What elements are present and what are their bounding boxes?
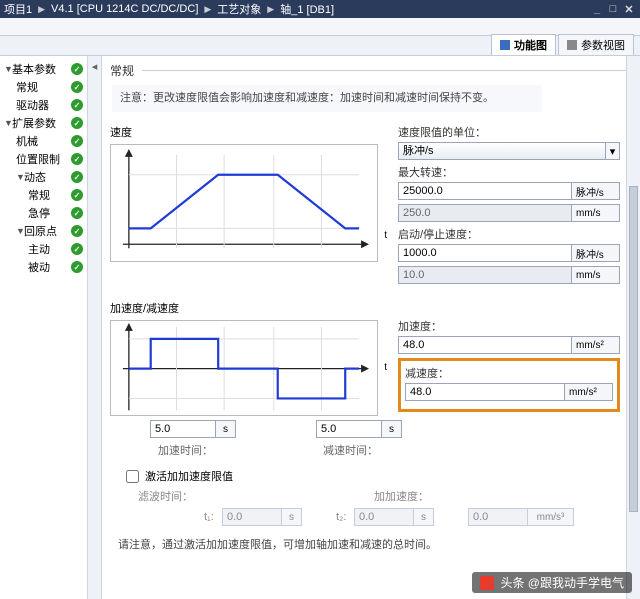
function-view-icon — [500, 40, 510, 50]
unit-label: mm/s — [572, 266, 620, 284]
tree-item-dynamics[interactable]: ▼动态✓ — [2, 168, 85, 186]
breadcrumb-item[interactable]: V4.1 [CPU 1214C DC/DC/DC] — [51, 3, 198, 15]
minimize-button[interactable]: _ — [590, 3, 604, 16]
speed-graph-label: 速度 — [110, 124, 380, 140]
unit-label: s — [216, 420, 236, 438]
tree-item-ext-params[interactable]: ▼扩展参数✓ — [2, 114, 85, 132]
startstop-speed-label: 启动/停止速度： — [398, 226, 620, 242]
status-ok-icon: ✓ — [71, 207, 83, 219]
vertical-scrollbar[interactable] — [626, 56, 640, 599]
decel-input[interactable] — [405, 383, 565, 401]
title-bar: 项目1▶ V4.1 [CPU 1214C DC/DC/DC]▶ 工艺对象▶ 轴_… — [0, 0, 640, 18]
tab-label: 功能图 — [514, 37, 547, 53]
status-ok-icon: ✓ — [71, 63, 83, 75]
parameter-view-icon — [567, 40, 577, 50]
unit-label: s — [382, 420, 402, 438]
view-tabs: 功能图 参数视图 — [0, 36, 640, 56]
breadcrumb-item[interactable]: 工艺对象 — [217, 1, 261, 17]
enable-jerk-checkbox[interactable] — [126, 470, 139, 483]
unit-label: s — [414, 508, 434, 526]
tree-collapse-handle[interactable]: ◂ — [88, 56, 102, 599]
tab-function-view[interactable]: 功能图 — [491, 34, 556, 55]
accel-time-input[interactable] — [150, 420, 216, 438]
tree-item-dyn-estop[interactable]: 急停✓ — [2, 204, 85, 222]
unit-label: mm/s² — [565, 383, 613, 401]
watermark-logo-icon — [480, 576, 494, 590]
status-ok-icon: ✓ — [71, 261, 83, 273]
decel-time-input[interactable] — [316, 420, 382, 438]
status-ok-icon: ✓ — [71, 171, 83, 183]
info-note: 注意：更改速度限值会影响加速度和减速度：加速时间和减速时间保持不变。 — [112, 85, 542, 112]
status-ok-icon: ✓ — [71, 243, 83, 255]
breadcrumb-item[interactable]: 轴_1 [DB1] — [280, 1, 334, 17]
unit-label: s — [282, 508, 302, 526]
accel-label: 加速度： — [398, 318, 620, 334]
t2-label: t₂: — [336, 511, 354, 523]
jerk-input — [468, 508, 528, 526]
filter-time-label: 滤波时间： — [138, 488, 194, 504]
speed-unit-select[interactable]: 脉冲/s — [398, 142, 606, 160]
breadcrumb-item[interactable]: 项目1 — [4, 1, 32, 17]
status-ok-icon: ✓ — [71, 153, 83, 165]
status-ok-icon: ✓ — [71, 225, 83, 237]
unit-label: mm/s² — [572, 336, 620, 354]
unit-label: 脉冲/s — [572, 182, 620, 200]
section-header: 常规 — [110, 62, 632, 79]
t1-label: t₁: — [204, 511, 222, 523]
max-speed-label: 最大转速： — [398, 164, 620, 180]
speed-unit-label: 速度限值的单位： — [398, 124, 620, 140]
restore-button[interactable]: □ — [606, 3, 620, 16]
tree-item-dyn-general[interactable]: 常规✓ — [2, 186, 85, 204]
status-ok-icon: ✓ — [71, 189, 83, 201]
accel-graph: t — [110, 320, 378, 416]
close-button[interactable]: ✕ — [622, 3, 636, 16]
nav-tree[interactable]: ▼基本参数✓ 常规✓ 驱动器✓ ▼扩展参数✓ 机械✓ 位置限制✓ ▼动态✓ 常规… — [0, 56, 88, 599]
enable-jerk-label: 激活加加速度限值 — [145, 468, 233, 484]
content-area: 常规 注意：更改速度限值会影响加速度和减速度：加速时间和减速时间保持不变。 速度 — [102, 56, 640, 599]
tree-item-basic-params[interactable]: ▼基本参数✓ — [2, 60, 85, 78]
status-ok-icon: ✓ — [71, 117, 83, 129]
max-speed-mm-input — [398, 204, 572, 222]
tab-parameter-view[interactable]: 参数视图 — [558, 34, 634, 55]
t2-input — [354, 508, 414, 526]
tree-item-homing-active[interactable]: 主动✓ — [2, 240, 85, 258]
watermark: 头条 @跟我动手学电气 — [472, 572, 632, 593]
speed-graph: t — [110, 144, 378, 262]
t1-input — [222, 508, 282, 526]
bottom-note: 请注意，通过激活加加速度限值，可增加轴加速和减速的总时间。 — [118, 536, 632, 552]
tree-item-pos-limits[interactable]: 位置限制✓ — [2, 150, 85, 168]
max-speed-input[interactable] — [398, 182, 572, 200]
decel-label: 减速度： — [405, 365, 613, 381]
breadcrumb: 项目1▶ V4.1 [CPU 1214C DC/DC/DC]▶ 工艺对象▶ 轴_… — [4, 1, 590, 17]
unit-label: 脉冲/s — [572, 244, 620, 262]
startstop-speed-input[interactable] — [398, 244, 572, 262]
accel-time-label: 加速时间： — [158, 442, 213, 458]
startstop-speed-mm-input — [398, 266, 572, 284]
accel-graph-label: 加速度/减速度 — [110, 300, 380, 316]
tree-item-mechanics[interactable]: 机械✓ — [2, 132, 85, 150]
axis-t-label: t — [384, 230, 387, 241]
decel-time-label: 减速时间： — [323, 442, 378, 458]
decel-highlight: 减速度： mm/s² — [398, 358, 620, 412]
scrollbar-thumb[interactable] — [629, 186, 638, 512]
unit-label: mm/s³ — [528, 508, 574, 526]
tab-label: 参数视图 — [581, 37, 625, 53]
tree-item-general[interactable]: 常规✓ — [2, 78, 85, 96]
status-ok-icon: ✓ — [71, 135, 83, 147]
jerk-value-label: 加加速度： — [374, 488, 429, 504]
axis-t-label: t — [384, 362, 387, 373]
accel-input[interactable] — [398, 336, 572, 354]
tree-item-homing[interactable]: ▼回原点✓ — [2, 222, 85, 240]
tree-item-drive[interactable]: 驱动器✓ — [2, 96, 85, 114]
unit-label: mm/s — [572, 204, 620, 222]
status-ok-icon: ✓ — [71, 99, 83, 111]
tree-item-homing-passive[interactable]: 被动✓ — [2, 258, 85, 276]
status-ok-icon: ✓ — [71, 81, 83, 93]
